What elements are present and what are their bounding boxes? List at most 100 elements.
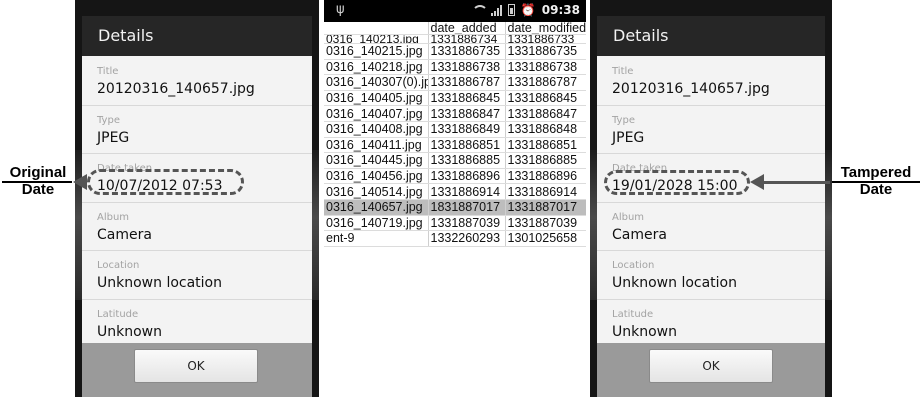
cell-date-added: 1331886847 xyxy=(428,105,506,122)
wifi-icon xyxy=(471,5,488,15)
cell-filename: 0316_140215.jpg xyxy=(324,43,429,60)
field-title: Title 20120316_140657.jpg xyxy=(597,56,825,105)
cell-date-modified: 1331886845 xyxy=(505,90,586,107)
table-row[interactable]: 0316_140307(0).jpg 1331886787 1331886787 xyxy=(324,74,586,91)
table-row[interactable]: 0316_140456.jpg 1331886896 1331886896 xyxy=(324,168,586,185)
table-row[interactable]: 0316_140213.jpg 1331886734 1331886733 xyxy=(324,34,586,44)
arrow-head-icon xyxy=(750,174,764,190)
dialog-title: Details xyxy=(597,16,825,56)
field-label: Type xyxy=(612,114,635,126)
cell-filename: ent-9 xyxy=(324,230,429,247)
field-label: Album xyxy=(97,211,130,223)
field-value: JPEG xyxy=(97,129,130,146)
status-time: 09:38 xyxy=(541,3,580,17)
cell-date-modified: 1331886914 xyxy=(505,183,586,200)
cell-filename: 0316_140408.jpg xyxy=(324,121,429,138)
field-location: Location Unknown location xyxy=(597,250,825,299)
signal-icon xyxy=(490,4,502,16)
cell-date-modified: 1331886733 xyxy=(505,34,586,44)
battery-icon xyxy=(507,4,515,16)
table-row[interactable]: 0316_140445.jpg 1331886885 1331886885 xyxy=(324,152,586,169)
field-label: Location xyxy=(97,260,140,271)
field-location: Location Unknown location xyxy=(82,250,312,299)
cell-date-added: 1331886734 xyxy=(428,34,506,44)
details-dialog-original: Details Title 20120316_140657.jpg Type J… xyxy=(82,16,312,397)
field-value: Unknown xyxy=(612,323,677,340)
table-row[interactable]: 0316_140657.jpg 1831887017 1331887017 xyxy=(324,199,586,216)
field-label: Title xyxy=(97,66,119,77)
field-value: Unknown xyxy=(97,323,162,340)
cell-date-added: 1331886896 xyxy=(428,168,506,185)
field-album: Album Camera xyxy=(597,201,825,251)
field-label: Location xyxy=(612,260,655,271)
field-latitude: Latitude Unknown xyxy=(82,298,312,348)
details-dialog-tampered: Details Title 20120316_140657.jpg Type J… xyxy=(597,16,825,397)
column-header-date-added: date_added xyxy=(428,22,506,35)
cell-filename: 0316_140307(0).jpg xyxy=(324,74,429,91)
field-album: Album Camera xyxy=(82,201,312,251)
field-value: Unknown location xyxy=(612,275,737,291)
annotation-underline xyxy=(832,181,920,183)
cell-date-added: 1331886735 xyxy=(428,43,506,60)
annotation-underline xyxy=(2,181,72,183)
table-header-row: date_added date_modified xyxy=(324,22,586,35)
field-type: Type JPEG xyxy=(597,104,825,154)
table-row[interactable]: 0316_140408.jpg 1331886849 1331886848 xyxy=(324,121,586,138)
cell-date-added: 1331886787 xyxy=(428,74,506,91)
field-label: Latitude xyxy=(612,308,654,320)
table-row[interactable]: ent-9 1332260293 1301025658 xyxy=(324,230,586,247)
cell-filename: 0316_140719.jpg xyxy=(324,215,429,232)
field-label: Latitude xyxy=(97,308,139,320)
cell-date-modified: 1331886735 xyxy=(505,43,586,60)
column-header-date-modified: date_modified xyxy=(505,22,586,35)
cell-filename: 0316_140405.jpg xyxy=(324,90,429,107)
cell-filename: 0316_140218.jpg xyxy=(324,59,429,76)
table-row[interactable]: 0316_140405.jpg 1331886845 1331886845 xyxy=(324,90,586,107)
field-value: 20120316_140657.jpg xyxy=(612,81,770,97)
database-viewer: ψ ⏰ 09:38 date_added date_modified 0316_… xyxy=(324,0,586,260)
cell-date-modified: 1331886885 xyxy=(505,152,586,169)
field-type: Type JPEG xyxy=(82,104,312,154)
media-table: date_added date_modified 0316_140213.jpg… xyxy=(324,22,586,247)
table-row[interactable]: 0316_140411.jpg 1331886851 1331886851 xyxy=(324,137,586,154)
arrow-head-icon xyxy=(73,174,87,190)
cell-date-added: 1331886849 xyxy=(428,121,506,138)
cell-date-modified: 1331886847 xyxy=(505,105,586,122)
field-value: Unknown location xyxy=(97,275,222,291)
field-value: 20120316_140657.jpg xyxy=(97,81,255,97)
cell-date-modified: 1331886848 xyxy=(505,121,586,138)
field-latitude: Latitude Unknown xyxy=(597,298,825,348)
field-title: Title 20120316_140657.jpg xyxy=(82,56,312,105)
cell-filename: 0316_140445.jpg xyxy=(324,152,429,169)
annotation-text: Date xyxy=(859,181,893,198)
dialog-title: Details xyxy=(82,16,312,56)
alarm-icon: ⏰ xyxy=(520,3,536,17)
ok-button[interactable]: OK xyxy=(649,349,773,383)
field-label: Title xyxy=(612,66,634,77)
cell-filename: 0316_140657.jpg xyxy=(324,199,429,216)
original-phone-screen: Details Title 20120316_140657.jpg Type J… xyxy=(75,0,319,397)
cell-date-modified: 1331887017 xyxy=(505,199,586,216)
cell-date-added: 1331886851 xyxy=(428,137,506,154)
table-row[interactable]: 0316_140215.jpg 1331886735 1331886735 xyxy=(324,43,586,60)
cell-date-modified: 1331887039 xyxy=(505,215,586,232)
table-row[interactable]: 0316_140719.jpg 1331887039 1331887039 xyxy=(324,215,586,232)
ok-button[interactable]: OK xyxy=(134,349,258,383)
cell-filename: 0316_140456.jpg xyxy=(324,168,429,185)
cell-date-modified: 1331886896 xyxy=(505,168,586,185)
cell-date-added: 1331886885 xyxy=(428,152,506,169)
tampered-phone-screen: Details Title 20120316_140657.jpg Type J… xyxy=(590,0,832,397)
cell-filename: 0316_140407.jpg xyxy=(324,105,429,122)
table-row[interactable]: 0316_140514.jpg 1331886914 1331886914 xyxy=(324,183,586,200)
date-highlight-oval xyxy=(604,170,750,195)
annotation-text: Date xyxy=(21,181,55,198)
cell-date-added: 1831887017 xyxy=(428,199,506,216)
cell-date-added: 1332260293 xyxy=(428,230,506,247)
column-header xyxy=(324,22,429,35)
cell-date-added: 1331886845 xyxy=(428,90,506,107)
table-row[interactable]: 0316_140407.jpg 1331886847 1331886847 xyxy=(324,105,586,122)
table-row[interactable]: 0316_140218.jpg 1331886738 1331886738 xyxy=(324,59,586,76)
cell-filename: 0316_140514.jpg xyxy=(324,183,429,200)
cell-date-modified: 1331886787 xyxy=(505,74,586,91)
date-highlight-oval xyxy=(87,169,244,195)
